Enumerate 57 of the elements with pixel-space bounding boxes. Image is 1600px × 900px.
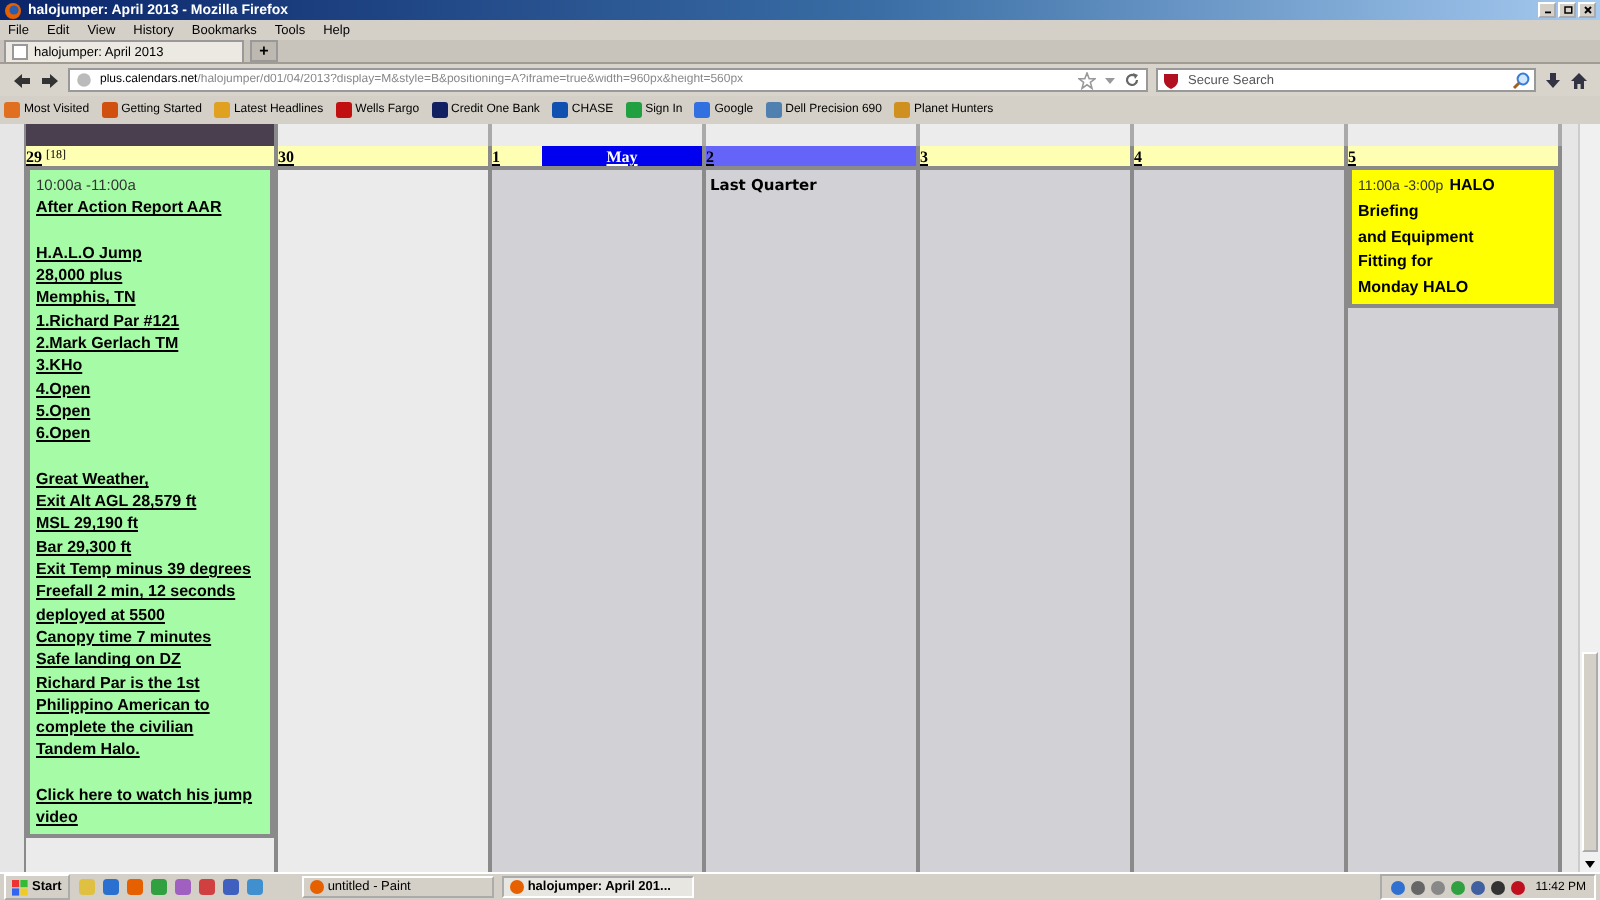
event-link[interactable]: Canopy time 7 minutes <box>36 625 264 649</box>
event-link[interactable]: Philippino American to <box>36 693 264 717</box>
event-link[interactable]: 28,000 plus <box>36 264 264 287</box>
event-link[interactable]: video <box>36 806 264 830</box>
event-link[interactable]: Freefall 2 min, 12 seconds <box>36 580 264 604</box>
forward-icon[interactable] <box>40 71 60 89</box>
event-title: HALO <box>1449 176 1495 194</box>
day-number[interactable]: 2 <box>706 147 714 165</box>
maximize-icon <box>1561 4 1573 16</box>
event-link[interactable]: Great Weather, <box>36 467 264 491</box>
event-link[interactable]: Memphis, TN <box>36 286 264 310</box>
event-link[interactable]: Safe landing on DZ <box>36 648 264 672</box>
event-link[interactable]: Bar 29,300 ft <box>36 535 264 559</box>
event-link[interactable]: After Action Report AAR <box>36 196 264 220</box>
event-link[interactable]: 2.Mark Gerlach TM <box>36 332 264 355</box>
search-icon[interactable] <box>1512 71 1530 89</box>
event-link[interactable]: Exit Alt AGL 28,579 ft <box>36 490 264 513</box>
event-link[interactable]: MSL 29,190 ft <box>36 512 264 536</box>
day-number[interactable]: 3 <box>920 147 928 165</box>
month-label[interactable]: May <box>542 146 702 166</box>
four-squares-icon <box>12 879 28 895</box>
event-link[interactable]: Exit Temp minus 39 degrees <box>36 558 264 581</box>
event-link[interactable]: 4.Open <box>36 377 264 400</box>
firefox-icon <box>4 1 22 19</box>
scrollbar[interactable] <box>1578 124 1600 872</box>
event-link[interactable]: 5.Open <box>36 399 264 423</box>
dropdown-icon[interactable] <box>1104 72 1116 88</box>
event-title: Monday HALO <box>1358 275 1471 300</box>
event-link[interactable]: Tandem Halo. <box>36 738 264 762</box>
event-title: Briefing <box>1358 200 1421 225</box>
event-link[interactable]: deployed at 5500 <box>36 603 264 626</box>
scroll-thumb[interactable] <box>1582 652 1598 852</box>
day-number[interactable]: 30 <box>278 147 294 165</box>
day-number[interactable]: 4 <box>1134 147 1142 165</box>
event-link[interactable]: 1.Richard Par #121 <box>36 309 264 333</box>
shield-icon <box>1162 71 1180 89</box>
event-link[interactable]: 6.Open <box>36 422 264 446</box>
download-icon[interactable] <box>1544 71 1562 89</box>
star-icon[interactable] <box>1078 71 1096 89</box>
close-icon <box>1581 4 1593 16</box>
reload-icon[interactable] <box>1124 72 1140 88</box>
event-link[interactable]: Richard Par is the 1st <box>36 671 264 694</box>
event-title: Fitting for <box>1358 250 1435 275</box>
new-tab-button[interactable]: + <box>250 40 278 62</box>
minimize-button[interactable] <box>1538 2 1556 18</box>
home-icon[interactable] <box>1570 71 1588 89</box>
back-icon[interactable] <box>12 71 32 89</box>
day-number[interactable]: 5 <box>1348 147 1356 165</box>
close-button[interactable] <box>1578 2 1596 18</box>
event-link[interactable]: complete the civilian <box>36 716 264 739</box>
event-title: and Equipment <box>1358 225 1476 250</box>
maximize-button[interactable] <box>1558 2 1576 18</box>
day-number[interactable]: 1 <box>492 147 500 165</box>
event-link[interactable]: Click here to watch his jump <box>36 784 264 807</box>
day-number[interactable]: 29 <box>26 147 42 165</box>
event-link[interactable]: 3.KHo <box>36 354 264 378</box>
event-link[interactable]: H.A.L.O Jump <box>36 241 264 265</box>
